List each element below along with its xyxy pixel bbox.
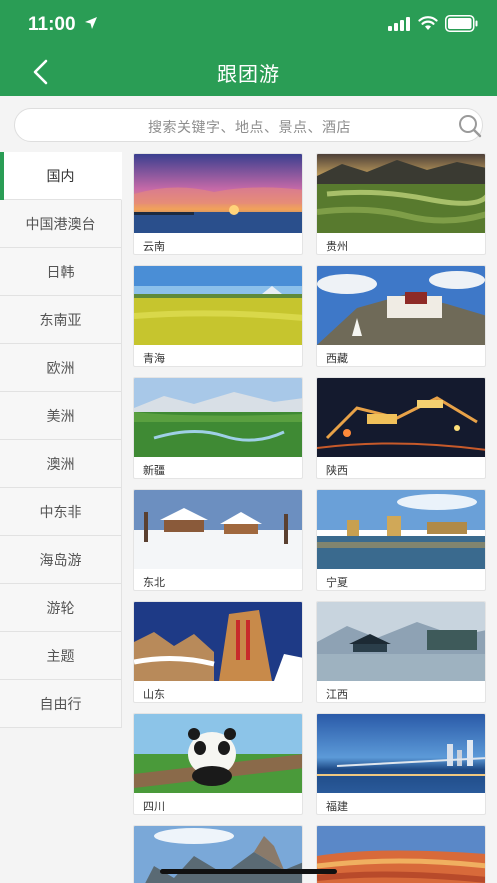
nav-bar: 跟团游	[0, 48, 497, 96]
sichuan-image	[134, 714, 302, 793]
destination-card-ningxia[interactable]: 宁夏	[316, 489, 486, 591]
sidebar-item-label: 中国港澳台	[25, 216, 96, 233]
tibet-image	[317, 266, 485, 345]
sidebar-item-southeast-asia[interactable]: 东南亚	[0, 296, 122, 344]
sidebar-item-cruise[interactable]: 游轮	[0, 584, 122, 632]
qinghai-image	[134, 266, 302, 345]
shandong-image	[134, 602, 302, 681]
page-title: 跟团游	[217, 62, 280, 86]
location-arrow-icon	[85, 17, 97, 29]
destination-card[interactable]	[133, 825, 303, 883]
sidebar-item-label: 东南亚	[39, 312, 82, 329]
destination-card-xinjiang[interactable]: 新疆	[133, 377, 303, 479]
destination-label: 新疆	[143, 464, 165, 477]
sidebar-item-label: 中东非	[39, 504, 82, 521]
destination-label: 福建	[326, 800, 348, 813]
wifi-icon	[418, 16, 438, 30]
destination-card-fujian[interactable]: 福建	[316, 713, 486, 815]
guizhou-image	[317, 154, 485, 233]
signal-icon	[388, 17, 410, 31]
sidebar-item-islands[interactable]: 海岛游	[0, 536, 122, 584]
sidebar-item-label: 海岛游	[39, 552, 82, 569]
ningxia-image	[317, 490, 485, 569]
jiangxi-image	[317, 602, 485, 681]
sidebar-item-hk-macau-taiwan[interactable]: 中国港澳台	[0, 200, 122, 248]
destination-card-shandong[interactable]: 山东	[133, 601, 303, 703]
sidebar-item-europe[interactable]: 欧洲	[0, 344, 122, 392]
sidebar-item-domestic[interactable]: 国内	[0, 152, 122, 200]
shaanxi-image	[317, 378, 485, 457]
destination-card-tibet[interactable]: 西藏	[316, 265, 486, 367]
sidebar-item-americas[interactable]: 美洲	[0, 392, 122, 440]
destination-label: 四川	[143, 800, 165, 813]
search-placeholder: 搜索关键字、地点、景点、酒店	[148, 120, 351, 136]
xinjiang-image	[134, 378, 302, 457]
sidebar-item-label: 美洲	[46, 408, 75, 425]
destination-label: 贵州	[326, 240, 348, 253]
sidebar-item-label: 欧洲	[46, 360, 75, 377]
battery-icon	[445, 15, 478, 32]
sidebar-item-independent[interactable]: 自由行	[0, 680, 122, 728]
destination-label: 西藏	[326, 352, 348, 365]
fujian-image	[317, 714, 485, 793]
destination-label: 江西	[326, 688, 348, 701]
home-indicator	[160, 869, 337, 874]
destination-card-shaanxi[interactable]: 陕西	[316, 377, 486, 479]
sidebar-item-middle-east-africa[interactable]: 中东非	[0, 488, 122, 536]
sidebar-item-label: 主题	[46, 648, 75, 665]
sidebar-item-label: 自由行	[39, 696, 82, 713]
mountain-image	[134, 826, 302, 883]
destination-label: 陕西	[326, 464, 348, 477]
destination-card-jiangxi[interactable]: 江西	[316, 601, 486, 703]
destination-label: 山东	[143, 688, 165, 701]
rainbow-mountain-image	[317, 826, 485, 883]
destination-card-guizhou[interactable]: 贵州	[316, 153, 486, 255]
destination-card[interactable]	[316, 825, 486, 883]
status-time: 11:00	[28, 14, 76, 35]
sidebar-item-japan-korea[interactable]: 日韩	[0, 248, 122, 296]
search-icon[interactable]	[457, 114, 483, 138]
destination-label: 青海	[143, 352, 165, 365]
destination-label: 云南	[143, 240, 165, 253]
search-input[interactable]: 搜索关键字、地点、景点、酒店	[14, 108, 483, 142]
category-sidebar: 国内 中国港澳台 日韩 东南亚 欧洲 美洲 澳洲 中东非 海岛游 游轮 主题 自…	[0, 152, 122, 728]
destination-card-northeast[interactable]: 东北	[133, 489, 303, 591]
header: 11:00 跟团游	[0, 0, 497, 96]
destination-label: 东北	[143, 576, 165, 589]
destination-card-sichuan[interactable]: 四川	[133, 713, 303, 815]
northeast-image	[134, 490, 302, 569]
destination-card-yunnan[interactable]: 云南	[133, 153, 303, 255]
sidebar-item-themes[interactable]: 主题	[0, 632, 122, 680]
yunnan-image	[134, 154, 302, 233]
sidebar-item-label: 游轮	[46, 600, 75, 617]
sidebar-item-label: 澳洲	[46, 456, 75, 473]
sidebar-item-label: 国内	[46, 168, 75, 185]
sidebar-item-australia[interactable]: 澳洲	[0, 440, 122, 488]
destination-card-qinghai[interactable]: 青海	[133, 265, 303, 367]
status-bar: 11:00	[0, 0, 497, 48]
destination-label: 宁夏	[326, 576, 348, 589]
sidebar-item-label: 日韩	[46, 264, 75, 281]
